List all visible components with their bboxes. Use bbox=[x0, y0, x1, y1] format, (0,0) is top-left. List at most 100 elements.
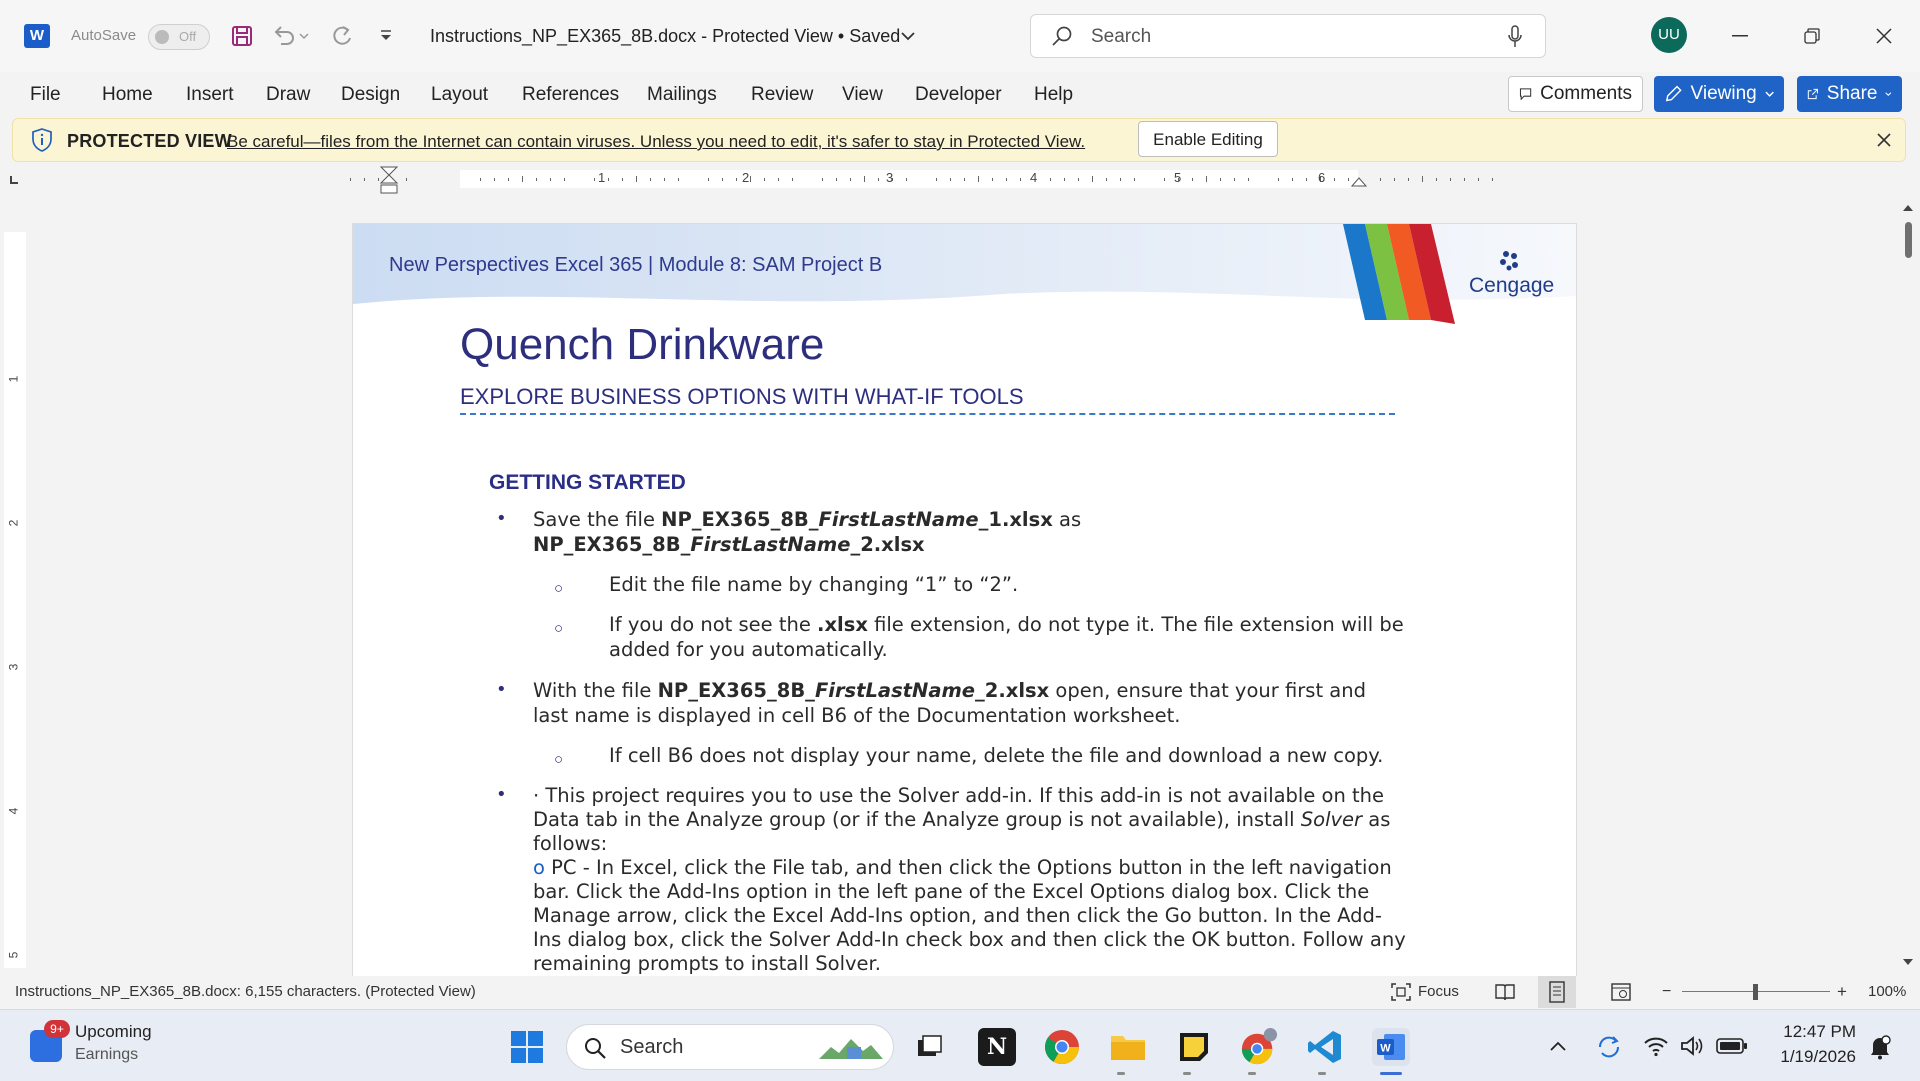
search-input[interactable]: Search bbox=[1030, 14, 1546, 58]
protected-view-message[interactable]: Be careful—files from the Internet can c… bbox=[227, 132, 1085, 152]
ruler-number: 6 bbox=[1318, 170, 1326, 185]
right-indent-marker-icon[interactable] bbox=[1350, 174, 1368, 188]
chevron-down-icon[interactable] bbox=[892, 20, 924, 52]
redo-icon[interactable] bbox=[326, 20, 358, 52]
web-layout-icon[interactable] bbox=[1610, 982, 1632, 1002]
status-text[interactable]: Instructions_NP_EX365_8B.docx: 6,155 cha… bbox=[15, 983, 476, 1000]
tab-layout[interactable]: Layout bbox=[431, 84, 488, 106]
ruler-number: 5 bbox=[1174, 170, 1182, 185]
zoom-in-icon[interactable]: + bbox=[1837, 982, 1847, 1002]
battery-icon[interactable] bbox=[1716, 1037, 1748, 1055]
read-mode-icon[interactable] bbox=[1494, 982, 1516, 1002]
word-app-icon: W bbox=[24, 24, 50, 48]
sticky-notes-icon[interactable] bbox=[1175, 1028, 1213, 1066]
volume-icon[interactable] bbox=[1679, 1034, 1705, 1058]
ruler-number: 2 bbox=[742, 170, 750, 185]
zoom-level[interactable]: 100% bbox=[1868, 983, 1906, 1000]
document-title[interactable]: Instructions_NP_EX365_8B.docx - Protecte… bbox=[430, 26, 900, 47]
tab-insert[interactable]: Insert bbox=[186, 84, 234, 106]
widget-subtitle[interactable]: Earnings bbox=[75, 1046, 138, 1064]
tab-help[interactable]: Help bbox=[1034, 84, 1073, 106]
share-button[interactable]: Share bbox=[1797, 76, 1902, 112]
bullet-2-line-2: last name is displayed in cell B6 of the… bbox=[533, 704, 1181, 727]
sub-bullet-2-line-1: If you do not see the .xlsx file extensi… bbox=[609, 613, 1404, 636]
tab-references[interactable]: References bbox=[522, 84, 619, 106]
vertical-scrollbar[interactable] bbox=[1898, 196, 1918, 972]
save-icon[interactable] bbox=[226, 20, 258, 52]
indent-marker-icon[interactable] bbox=[378, 166, 400, 196]
scroll-up-icon[interactable] bbox=[1902, 204, 1914, 212]
viewing-button[interactable]: Viewing bbox=[1654, 76, 1784, 112]
ruler-number: 3 bbox=[6, 663, 21, 671]
tab-view[interactable]: View bbox=[842, 84, 883, 106]
active-indicator bbox=[1380, 1072, 1402, 1075]
enable-editing-button[interactable]: Enable Editing bbox=[1138, 121, 1278, 157]
chrome-icon[interactable] bbox=[1043, 1028, 1081, 1066]
notion-app-icon[interactable]: N bbox=[978, 1028, 1016, 1066]
tab-developer[interactable]: Developer bbox=[915, 84, 1002, 106]
tab-mailings[interactable]: Mailings bbox=[647, 84, 717, 106]
bullet-3-line-4: o PC - In Excel, click the File tab, and… bbox=[533, 856, 1392, 879]
comments-button[interactable]: Comments bbox=[1508, 76, 1643, 112]
chrome-profile-icon[interactable] bbox=[1240, 1028, 1278, 1066]
bullet-3-line-6: Manage arrow, click the Excel Add-Ins op… bbox=[533, 904, 1382, 927]
windows-start-icon[interactable] bbox=[508, 1028, 546, 1066]
comment-icon bbox=[1519, 88, 1532, 101]
dashed-divider bbox=[460, 413, 1395, 415]
tab-home[interactable]: Home bbox=[102, 84, 153, 106]
focus-icon[interactable] bbox=[1390, 982, 1412, 1002]
sub-bullet-icon: ○ bbox=[554, 751, 564, 768]
wifi-icon[interactable] bbox=[1643, 1035, 1669, 1057]
running-indicator bbox=[1318, 1072, 1326, 1075]
tab-draw[interactable]: Draw bbox=[266, 84, 310, 106]
viewing-label: Viewing bbox=[1690, 83, 1757, 104]
file-explorer-icon[interactable] bbox=[1109, 1028, 1147, 1066]
document-subtitle: EXPLORE BUSINESS OPTIONS WITH WHAT-IF TO… bbox=[460, 384, 1024, 409]
sub-bullet-2-line-2: added for you automatically. bbox=[609, 638, 888, 661]
scroll-down-icon[interactable] bbox=[1902, 958, 1914, 966]
sync-icon[interactable] bbox=[1595, 1033, 1623, 1061]
bullet-3-line-5: bar. Click the Add-Ins option in the lef… bbox=[533, 880, 1370, 903]
task-view-icon[interactable] bbox=[910, 1028, 948, 1066]
scroll-thumb[interactable] bbox=[1905, 222, 1912, 258]
customize-qat-icon[interactable] bbox=[370, 20, 402, 52]
running-indicator bbox=[1183, 1072, 1191, 1075]
autosave-toggle[interactable]: Off bbox=[148, 24, 210, 50]
clock-time[interactable]: 12:47 PM bbox=[1770, 1022, 1856, 1042]
clock-date[interactable]: 1/19/2026 bbox=[1770, 1047, 1856, 1067]
widget-badge: 9+ bbox=[44, 1020, 70, 1038]
print-layout-icon[interactable] bbox=[1547, 981, 1567, 1003]
restore-icon[interactable] bbox=[1792, 18, 1832, 54]
running-indicator bbox=[1248, 1072, 1256, 1075]
widget-title[interactable]: Upcoming bbox=[75, 1022, 152, 1042]
pen-icon bbox=[1665, 85, 1682, 102]
shield-info-icon bbox=[32, 128, 52, 152]
undo-dropdown-icon[interactable] bbox=[296, 20, 312, 52]
close-icon[interactable] bbox=[1864, 18, 1904, 54]
chevron-up-icon[interactable] bbox=[1549, 1040, 1567, 1052]
zoom-slider-thumb[interactable] bbox=[1753, 984, 1758, 1000]
tab-stop-icon[interactable] bbox=[10, 176, 18, 184]
taskbar-search-input[interactable]: Search bbox=[566, 1024, 894, 1070]
minimize-icon[interactable] bbox=[1720, 18, 1760, 54]
autosave-state: Off bbox=[179, 29, 197, 44]
tab-review[interactable]: Review bbox=[751, 84, 813, 106]
svg-text:W: W bbox=[1380, 1043, 1391, 1055]
sub-bullet-1: Edit the file name by changing “1” to “2… bbox=[609, 573, 1019, 596]
close-icon[interactable] bbox=[1877, 133, 1891, 147]
chevron-down-icon bbox=[1885, 92, 1892, 97]
vscode-icon[interactable] bbox=[1306, 1028, 1344, 1066]
horizontal-ruler[interactable]: 1 2 3 4 5 6 bbox=[0, 166, 1920, 194]
tab-design[interactable]: Design bbox=[341, 84, 400, 106]
zoom-out-icon[interactable]: − bbox=[1662, 983, 1671, 1001]
notification-bell-icon[interactable] bbox=[1868, 1034, 1892, 1060]
microphone-icon[interactable] bbox=[1507, 25, 1523, 49]
bullet-icon: • bbox=[496, 679, 507, 700]
avatar[interactable]: UU bbox=[1651, 17, 1687, 53]
word-taskbar-icon[interactable]: W bbox=[1372, 1028, 1410, 1066]
document-page[interactable]: New Perspectives Excel 365 | Module 8: S… bbox=[352, 223, 1577, 977]
focus-label[interactable]: Focus bbox=[1418, 983, 1459, 1000]
bullet-3-line-7: Ins dialog box, click the Solver Add-In … bbox=[533, 928, 1406, 951]
tab-file[interactable]: File bbox=[30, 84, 61, 106]
vertical-ruler[interactable]: 1 2 3 4 5 bbox=[4, 232, 26, 968]
